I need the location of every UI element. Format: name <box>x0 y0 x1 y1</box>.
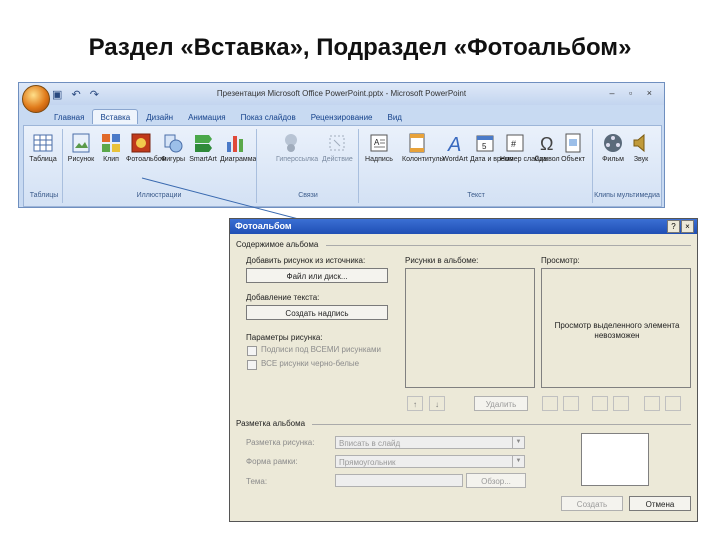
preview-label: Просмотр: <box>541 256 580 265</box>
picture-options-label: Параметры рисунка: <box>246 333 323 342</box>
new-textbox-button[interactable]: Создать надпись <box>246 305 388 320</box>
photoalbum-dialog: Фотоальбом ? × Содержимое альбома Добави… <box>229 218 698 522</box>
blackwhite-label: ВСЕ рисунки черно-белые <box>261 359 360 368</box>
chevron-down-icon: ▼ <box>512 437 524 448</box>
file-disk-button[interactable]: Файл или диск... <box>246 268 388 283</box>
picture-layout-select[interactable]: Вписать в слайд ▼ <box>335 436 525 449</box>
help-button[interactable]: ? <box>667 220 680 233</box>
album-pictures-list[interactable] <box>405 268 535 388</box>
frame-shape-label: Форма рамки: <box>246 457 298 466</box>
preview-pane: Просмотр выделенного элемента невозможен <box>541 268 691 388</box>
preview-unavailable-text: Просмотр выделенного элемента невозможен <box>554 321 680 340</box>
theme-label: Тема: <box>246 477 268 486</box>
move-down-button[interactable]: ↓ <box>429 396 445 411</box>
brightness-down-icon[interactable] <box>665 396 681 411</box>
dialog-title: Фотоальбом <box>235 221 292 231</box>
blackwhite-checkbox[interactable] <box>247 360 257 370</box>
insert-from-label: Добавить рисунок из источника: <box>246 256 366 265</box>
brightness-up-icon[interactable] <box>644 396 660 411</box>
captions-checkbox[interactable] <box>247 346 257 356</box>
dialog-title-bar: Фотоальбом ? × <box>230 219 697 234</box>
browse-button[interactable]: Обзор... <box>466 473 526 488</box>
theme-input[interactable] <box>335 474 463 487</box>
captions-label: Подписи под ВСЕМИ рисунками <box>261 345 381 354</box>
remove-button[interactable]: Удалить <box>474 396 528 411</box>
pictures-in-album-label: Рисунки в альбоме: <box>405 256 479 265</box>
picture-layout-label: Разметка рисунка: <box>246 438 315 447</box>
insert-text-label: Добавление текста: <box>246 293 320 302</box>
create-button[interactable]: Создать <box>561 496 623 511</box>
rotate-right-icon[interactable] <box>563 396 579 411</box>
divider <box>312 424 691 425</box>
album-content-heading: Содержимое альбома <box>236 240 319 249</box>
cancel-button[interactable]: Отмена <box>629 496 691 511</box>
move-up-button[interactable]: ↑ <box>407 396 423 411</box>
frame-shape-select[interactable]: Прямоугольник ▼ <box>335 455 525 468</box>
rotate-left-icon[interactable] <box>542 396 558 411</box>
close-button[interactable]: × <box>681 220 694 233</box>
divider <box>326 245 691 246</box>
contrast-down-icon[interactable] <box>613 396 629 411</box>
chevron-down-icon: ▼ <box>512 456 524 467</box>
contrast-icon[interactable] <box>592 396 608 411</box>
album-layout-heading: Разметка альбома <box>236 419 306 428</box>
layout-preview-box <box>581 433 649 486</box>
